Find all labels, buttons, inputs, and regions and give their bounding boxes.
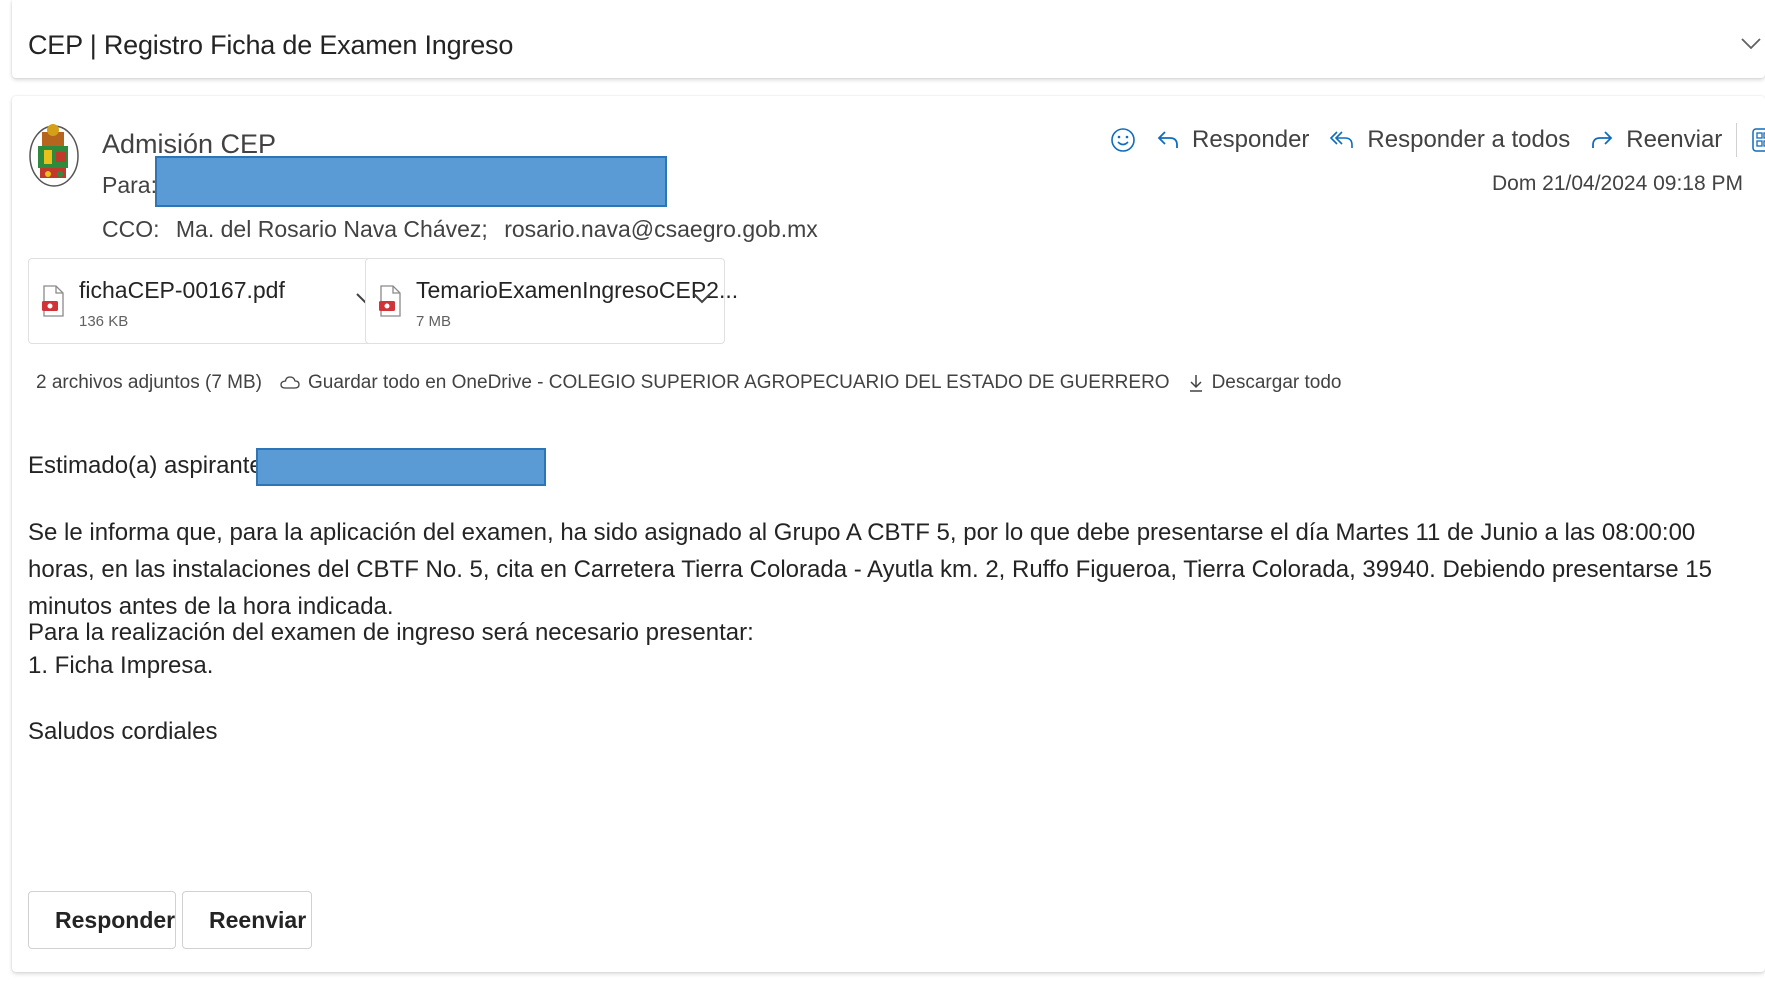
forward-icon xyxy=(1592,131,1613,148)
footer-forward-label: Reenviar xyxy=(209,906,307,933)
email-subject: CEP | Registro Ficha de Examen Ingreso xyxy=(28,30,514,60)
body-requirement-item: 1. Ficha Impresa. xyxy=(28,652,214,679)
greeting: Estimado(a) aspirante: xyxy=(28,452,270,479)
apps-grid-icon xyxy=(1752,128,1765,152)
toolbar-divider xyxy=(1736,123,1738,157)
download-all-button[interactable]: Descargar todo xyxy=(1188,372,1341,394)
forward-button[interactable]: Reenviar xyxy=(1580,118,1732,162)
footer-reply-button[interactable]: Responder xyxy=(28,891,176,949)
apps-button[interactable] xyxy=(1741,118,1765,162)
attachment-card[interactable]: TemarioExamenIngresoCEP2... 7 MB xyxy=(365,258,738,344)
message-actions: Responder Responder a todos Reenviar xyxy=(1100,118,1765,162)
pdf-file-icon xyxy=(42,285,64,317)
body-closing: Saludos cordiales xyxy=(28,718,218,745)
footer-forward-button[interactable]: Reenviar xyxy=(182,891,312,949)
reply-all-button[interactable]: Responder a todos xyxy=(1319,118,1580,162)
attachment-name: TemarioExamenIngresoCEP2... xyxy=(416,277,739,303)
attachment-name: fichaCEP-00167.pdf xyxy=(79,277,285,303)
to-label: Para: xyxy=(102,172,157,198)
chevron-down-icon[interactable] xyxy=(692,291,712,305)
reply-button[interactable]: Responder xyxy=(1146,118,1319,162)
body-requirements-intro: Para la realización del examen de ingres… xyxy=(28,619,754,646)
bcc-name[interactable]: Ma. del Rosario Nava Chávez; xyxy=(176,216,488,242)
reply-all-icon xyxy=(1330,131,1354,148)
reply-label: Responder xyxy=(1192,126,1310,153)
reply-all-label: Responder a todos xyxy=(1367,126,1571,153)
footer-reply-label: Responder xyxy=(55,906,176,933)
message-timestamp: Dom 21/04/2024 09:18 PM xyxy=(1492,172,1743,195)
emoji-reaction-button[interactable] xyxy=(1100,118,1146,162)
bcc-label: CCO: xyxy=(102,216,160,242)
download-icon xyxy=(1189,375,1202,392)
smiley-icon xyxy=(1111,128,1135,152)
reply-icon xyxy=(1157,131,1178,148)
attachment-size: 136 KB xyxy=(79,313,129,330)
redacted-recipient xyxy=(155,156,667,207)
chevron-down-icon[interactable] xyxy=(1739,32,1763,54)
attachment-card[interactable]: fichaCEP-00167.pdf 136 KB xyxy=(28,258,388,344)
bcc-row: CCO: Ma. del Rosario Nava Chávez; rosari… xyxy=(102,216,828,243)
attachment-count: 2 archivos adjuntos (7 MB) xyxy=(36,372,262,393)
subject-bar: CEP | Registro Ficha de Examen Ingreso xyxy=(12,0,1765,78)
redacted-name xyxy=(256,448,546,486)
pdf-file-icon xyxy=(379,285,401,317)
save-to-onedrive-button[interactable]: Guardar todo en OneDrive - COLEGIO SUPER… xyxy=(280,372,1170,394)
bcc-email[interactable]: rosario.nava@csaegro.gob.mx xyxy=(504,216,818,242)
message-card: Admisión CEP Para: CCO: Ma. del Rosario … xyxy=(12,96,1765,972)
forward-label: Reenviar xyxy=(1626,126,1723,153)
body-paragraph: Se le informa que, para la aplicación de… xyxy=(28,519,1712,620)
attachment-size: 7 MB xyxy=(416,313,452,330)
avatar[interactable] xyxy=(28,122,80,188)
cloud-icon xyxy=(280,376,300,389)
attachment-summary: 2 archivos adjuntos (7 MB) Guardar todo … xyxy=(36,372,1359,394)
